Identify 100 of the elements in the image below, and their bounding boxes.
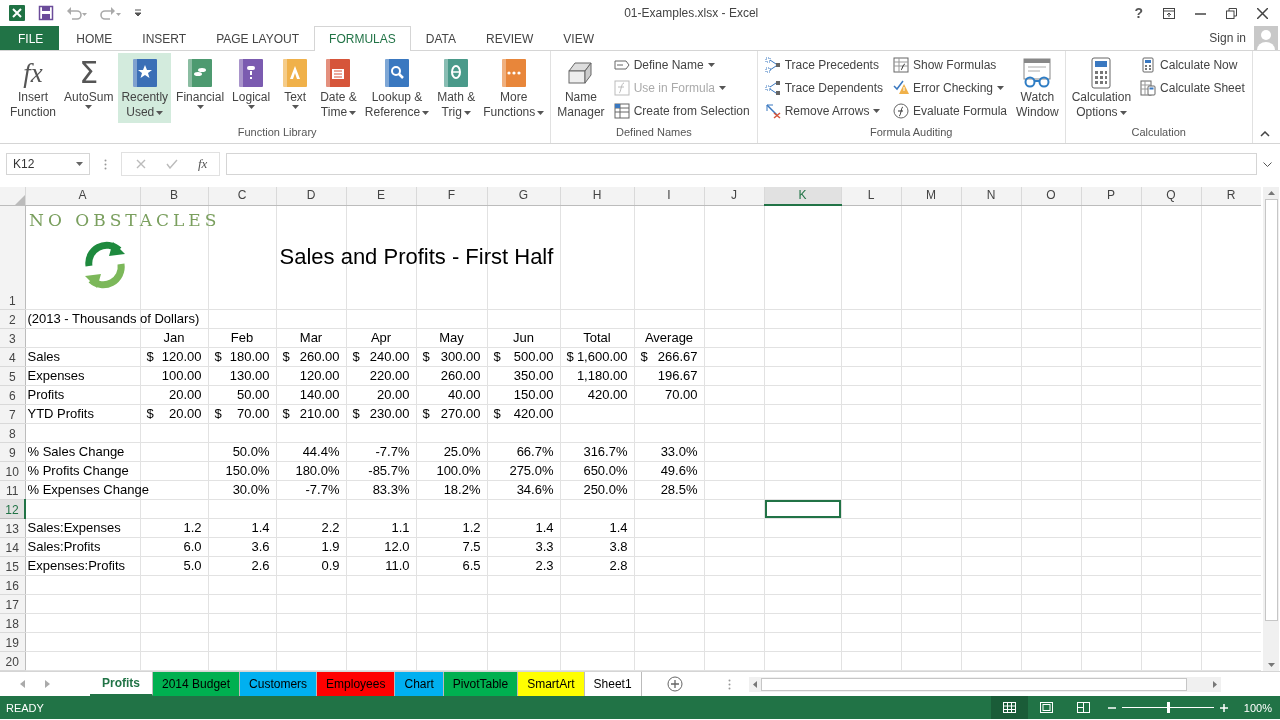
table-cell: 150.0% — [225, 463, 270, 478]
column-header[interactable]: R — [1201, 187, 1261, 205]
close-icon[interactable] — [1257, 7, 1268, 19]
table-cell: $ 70.00 — [214, 406, 270, 421]
row-header[interactable]: 1 — [0, 205, 25, 309]
collapse-icon[interactable] — [1260, 131, 1270, 137]
column-header[interactable]: D — [276, 187, 346, 205]
formula-input[interactable] — [226, 153, 1257, 175]
column-header[interactable]: H — [560, 187, 634, 205]
restore-icon[interactable] — [1226, 7, 1237, 19]
ribbon-tab[interactable]: HOME — [61, 26, 128, 50]
scroll-right-icon[interactable] — [1212, 680, 1217, 688]
column-header[interactable]: N — [961, 187, 1021, 205]
page-layout-icon[interactable] — [1039, 702, 1053, 713]
column-header[interactable]: G — [487, 187, 560, 205]
sheet-tab[interactable]: Customers — [240, 672, 318, 696]
ribbon-button[interactable]: Financial — [173, 53, 228, 123]
redo-icon[interactable] — [100, 6, 122, 20]
ribbon-tab[interactable]: VIEW — [548, 26, 609, 50]
scroll-down-icon[interactable] — [1267, 663, 1275, 667]
ribbon-button[interactable]: Logical — [229, 53, 274, 123]
ribbon-button[interactable]: Show Formulas — [892, 55, 1007, 75]
horizontal-scrollbar[interactable] — [748, 676, 1221, 692]
sign-in-link[interactable]: Sign in — [1209, 31, 1246, 45]
sheet-tab[interactable]: PivotTable — [443, 672, 519, 696]
ribbon-button[interactable]: Text — [275, 53, 316, 123]
table-cell: 6.0 — [183, 539, 202, 554]
ribbon-button[interactable]: Calculate Sheet — [1140, 78, 1245, 98]
sheet-tab[interactable]: Chart — [395, 672, 444, 696]
table-cell: Sales:Expenses — [27, 520, 121, 535]
undo-icon[interactable] — [66, 6, 88, 20]
ribbon-button[interactable]: Calculation Options — [1068, 53, 1135, 123]
ribbon-button[interactable]: Name Manager — [554, 53, 608, 123]
ribbon-button[interactable]: Lookup & Reference — [361, 53, 433, 123]
save-icon[interactable] — [38, 5, 54, 21]
column-header[interactable]: Q — [1141, 187, 1201, 205]
table-cell: Sales:Profits — [27, 539, 101, 554]
column-header[interactable]: F — [416, 187, 487, 205]
column-header[interactable]: L — [841, 187, 901, 205]
ribbon-button[interactable]: Error Checking — [892, 78, 1007, 98]
ribbon-button[interactable]: Math & Trig — [434, 53, 479, 123]
column-header[interactable]: P — [1081, 187, 1141, 205]
scroll-thumb[interactable] — [760, 677, 1187, 691]
normal-view-icon[interactable] — [1002, 702, 1016, 713]
scroll-thumb[interactable] — [1264, 199, 1278, 621]
slider-thumb[interactable] — [1166, 702, 1170, 713]
arrow-cross-icon — [764, 103, 781, 119]
ribbon-button[interactable]: Calculate Now — [1140, 55, 1245, 75]
sheet-tab[interactable]: 2014 Budget — [153, 672, 241, 696]
ribbon-button[interactable]: Date & Time — [317, 53, 360, 123]
ribbon-button[interactable]: Recently Used — [118, 53, 172, 123]
ribbon-button[interactable]: Trace Dependents — [764, 78, 883, 98]
table-cell: $ 240.00 — [352, 349, 410, 364]
column-header[interactable]: J — [704, 187, 764, 205]
zoom-level[interactable]: 100% — [1243, 701, 1272, 714]
row-header[interactable]: 12 — [0, 499, 25, 518]
next-sheet-icon[interactable] — [45, 680, 50, 688]
ribbon-button[interactable]: Watch Window — [1013, 53, 1062, 123]
page-break-icon[interactable] — [1076, 702, 1090, 713]
column-header[interactable]: A — [25, 187, 140, 205]
ribbon-button[interactable]: Σ AutoSum — [61, 53, 117, 123]
ribbon-button[interactable]: Evaluate Formula — [892, 101, 1007, 121]
ribbon-button[interactable]: More Functions — [480, 53, 548, 123]
column-header[interactable]: M — [901, 187, 961, 205]
add-sheet-icon[interactable] — [666, 676, 683, 692]
vertical-scrollbar[interactable] — [1263, 187, 1279, 671]
help-button[interactable]: ? — [1134, 5, 1143, 21]
column-header[interactable]: O — [1021, 187, 1081, 205]
ribbon-button[interactable]: Create from Selection — [613, 101, 750, 121]
ribbon-tab[interactable]: PAGE LAYOUT — [201, 26, 315, 50]
ribbon-tab[interactable]: REVIEW — [471, 26, 549, 50]
column-header[interactable]: B — [140, 187, 208, 205]
calculator-sheet-icon — [1140, 80, 1157, 96]
ribbon-button[interactable]: Define Name — [613, 55, 750, 75]
table-cell: 50.00 — [236, 387, 270, 402]
scroll-up-icon[interactable] — [1267, 191, 1275, 195]
ribbon-display-icon[interactable] — [1163, 7, 1175, 19]
table-cell: $ 420.00 — [493, 406, 554, 421]
ribbon-tab[interactable]: INSERT — [127, 26, 202, 50]
sheet-tab[interactable]: Profits — [90, 672, 153, 696]
ribbon-button[interactable]: Trace Precedents — [764, 55, 883, 75]
column-header[interactable]: E — [346, 187, 416, 205]
expand-icon[interactable] — [1263, 161, 1272, 167]
ribbon-button[interactable]: fx Insert Function — [7, 53, 60, 123]
column-header[interactable]: I — [634, 187, 704, 205]
ribbon-tab[interactable]: DATA — [410, 26, 471, 50]
scroll-left-icon[interactable] — [752, 680, 757, 688]
column-header[interactable]: K — [764, 187, 841, 205]
file-tab[interactable]: FILE — [0, 26, 60, 50]
table-cell: Feb — [230, 330, 254, 345]
column-header[interactable]: C — [208, 187, 276, 205]
sheet-tab[interactable]: SmartArt — [518, 672, 585, 696]
name-box[interactable]: K12 — [6, 153, 90, 175]
ribbon-button[interactable]: Remove Arrows — [764, 101, 883, 121]
zoom-in-icon[interactable] — [1219, 703, 1228, 712]
ribbon-tab[interactable]: FORMULAS — [314, 26, 411, 51]
previous-sheet-icon[interactable] — [20, 680, 25, 688]
sheet-tab[interactable]: Employees — [317, 672, 396, 696]
insert-function-button[interactable]: fx — [198, 156, 208, 172]
customize-icon[interactable] — [134, 9, 142, 17]
